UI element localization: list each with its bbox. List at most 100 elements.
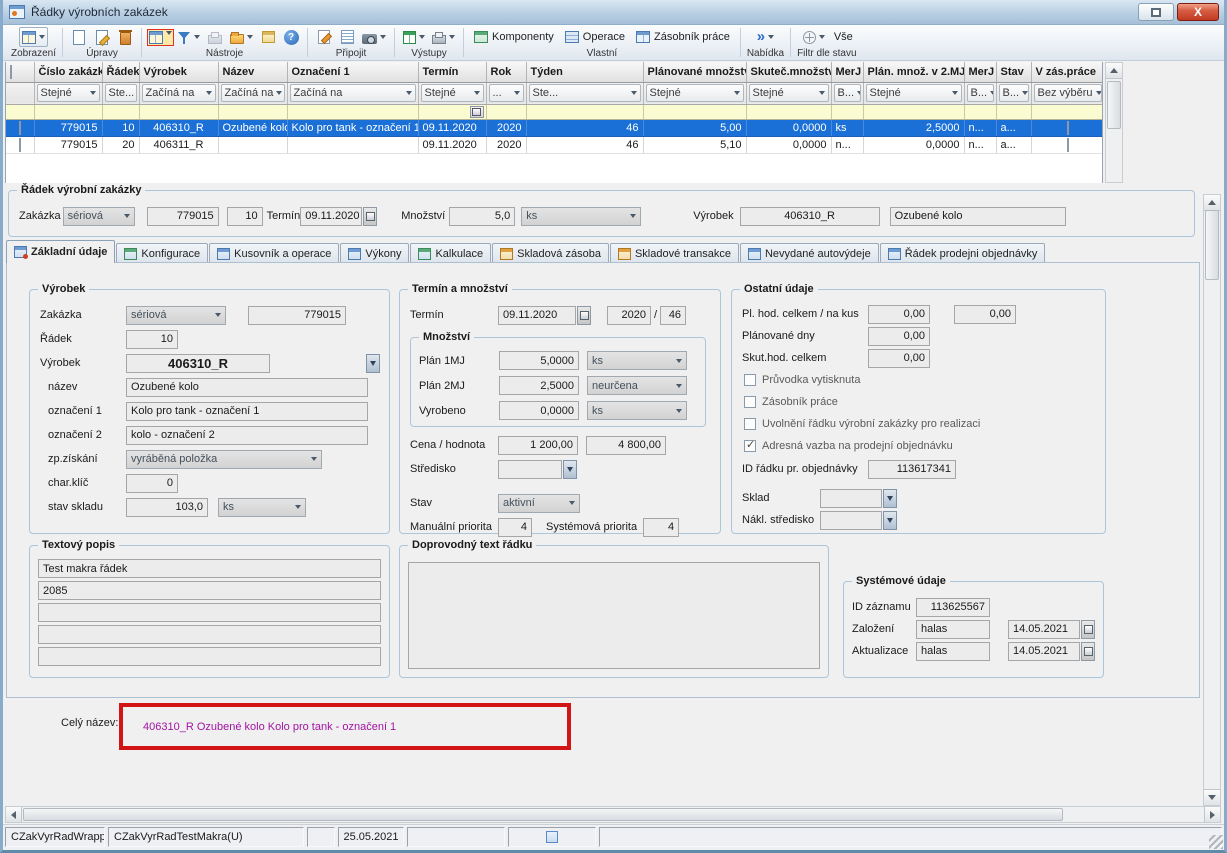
- scroll-down-button[interactable]: [1204, 789, 1220, 805]
- calendar-button[interactable]: [363, 207, 377, 226]
- column-header-merj[interactable]: MerJ: [831, 62, 863, 82]
- zakazka-cislo-field[interactable]: 779015: [248, 306, 346, 325]
- column-header-oznaceni1[interactable]: Označení 1: [287, 62, 418, 82]
- stredisko-lookup-button[interactable]: [563, 460, 577, 479]
- select-all-header[interactable]: [6, 62, 34, 82]
- row-checkbox[interactable]: [19, 138, 21, 152]
- nazev-field[interactable]: Ozubené kolo: [126, 378, 368, 397]
- plhod-celkem-field[interactable]: 0,00: [868, 305, 930, 324]
- mnozstvi-field[interactable]: 5,0: [449, 207, 515, 226]
- quickfilter-input[interactable]: [34, 104, 102, 119]
- zpziskani-combo[interactable]: vyráběná položka: [126, 450, 322, 469]
- tab-skladova-zasoba[interactable]: Skladová zásoba: [492, 243, 609, 263]
- tyden-field[interactable]: 46: [660, 306, 686, 325]
- scrollbar-thumb[interactable]: [23, 808, 1063, 821]
- stavskladu-merj-combo[interactable]: ks: [218, 498, 306, 517]
- aktualizace-user-field[interactable]: halas: [916, 642, 990, 661]
- aktualizace-datum-field[interactable]: 14.05.2021: [1008, 642, 1080, 661]
- tab-zakladni-udaje[interactable]: Základní údaje: [6, 240, 115, 263]
- stredisko-field[interactable]: [498, 460, 562, 479]
- column-header-stav[interactable]: Stav: [996, 62, 1031, 82]
- calendar-button[interactable]: [577, 306, 591, 325]
- restore-button[interactable]: [1138, 3, 1174, 21]
- filter-combo-planovane-mnozstvi[interactable]: Stejné: [646, 84, 744, 102]
- tab-kusovnik-a-operace[interactable]: Kusovník a operace: [209, 243, 339, 263]
- column-header-radek[interactable]: Řádek: [102, 62, 139, 82]
- column-header-v-zas-prace[interactable]: V zás.práce: [1031, 62, 1103, 82]
- delete-record-button[interactable]: [115, 27, 135, 47]
- zalozeni-user-field[interactable]: halas: [916, 620, 990, 639]
- sklad-lookup-button[interactable]: [883, 489, 897, 508]
- komponenty-button[interactable]: Komponenty: [470, 30, 558, 44]
- operace-button[interactable]: Operace: [561, 30, 629, 44]
- text-line-field[interactable]: [38, 625, 381, 644]
- column-header-vyrobek[interactable]: Výrobek: [139, 62, 218, 82]
- print-button[interactable]: [430, 27, 457, 47]
- column-header-skutec-mnozstvi[interactable]: Skuteč.množství: [746, 62, 831, 82]
- v-zas-prace-checkbox[interactable]: [1067, 138, 1069, 152]
- calendar-button[interactable]: [1081, 620, 1095, 639]
- hodnota-field[interactable]: 4 800,00: [586, 436, 666, 455]
- vyrobek-lookup-button[interactable]: [366, 354, 380, 373]
- select-all-checkbox[interactable]: [10, 65, 12, 79]
- attachment-button[interactable]: [360, 27, 388, 47]
- calendar-button[interactable]: [1081, 642, 1095, 661]
- print-preview-button[interactable]: [205, 27, 225, 47]
- date-filter-button[interactable]: [470, 106, 484, 118]
- text-line-field[interactable]: [38, 647, 381, 666]
- table-row[interactable]: 779015 20 406311_R 09.11.2020 2020 46 5,…: [6, 136, 1103, 153]
- zakazka-type-combo[interactable]: sériová: [126, 306, 226, 325]
- sys-priorita-field[interactable]: 4: [643, 518, 679, 537]
- filter-combo-nazev[interactable]: Začíná na: [221, 84, 285, 102]
- nakl-stredisko-lookup-button[interactable]: [883, 511, 897, 530]
- termin-field[interactable]: 09.11.2020: [498, 306, 576, 325]
- plhod-nakus-field[interactable]: 0,00: [954, 305, 1016, 324]
- plan2-field[interactable]: 2,5000: [499, 376, 579, 395]
- scrollbar-thumb[interactable]: [1107, 81, 1121, 129]
- scroll-up-button[interactable]: [1204, 195, 1220, 211]
- zakazka-radek-field[interactable]: 10: [227, 207, 263, 226]
- export-button[interactable]: [228, 27, 255, 47]
- edit-record-button[interactable]: [92, 27, 112, 47]
- table-row[interactable]: 779015 10 406310_R Ozubené kolo Kolo pro…: [6, 119, 1103, 136]
- vyrobek-field[interactable]: 406310_R: [126, 354, 270, 373]
- text-line-field[interactable]: Test makra řádek: [38, 559, 381, 578]
- rok-field[interactable]: 2020: [607, 306, 651, 325]
- tab-radek-prodejni-objednavky[interactable]: Řádek prodejni objednávky: [880, 243, 1046, 263]
- charklic-field[interactable]: 0: [126, 474, 178, 493]
- zakazka-type-combo[interactable]: sériová: [63, 207, 135, 226]
- column-header-termin[interactable]: Termín: [418, 62, 486, 82]
- filter-button[interactable]: [176, 27, 202, 47]
- vyrobek-field[interactable]: 406310_R: [740, 207, 880, 226]
- help-button[interactable]: [281, 27, 301, 47]
- status-filter-button[interactable]: [801, 27, 827, 47]
- filter-combo-merj[interactable]: B...: [834, 84, 861, 102]
- filter-combo-plan-mnoz-2mj[interactable]: Stejné: [866, 84, 962, 102]
- row-checkbox[interactable]: [19, 121, 21, 135]
- v-zas-prace-checkbox[interactable]: [1067, 121, 1069, 135]
- scroll-up-button[interactable]: [1106, 63, 1122, 79]
- stavskladu-field[interactable]: 103,0: [126, 498, 208, 517]
- column-header-cislo-zakazky[interactable]: Číslo zakázky: [34, 62, 102, 82]
- merj-combo[interactable]: ks: [521, 207, 641, 226]
- uvolneni-checkbox[interactable]: [744, 418, 756, 430]
- tab-vykony[interactable]: Výkony: [340, 243, 409, 263]
- horizontal-scrollbar[interactable]: [5, 806, 1221, 823]
- list-button[interactable]: [337, 27, 357, 47]
- doprovodny-textarea[interactable]: [408, 562, 820, 669]
- skuthod-field[interactable]: 0,00: [868, 349, 930, 368]
- filter-combo-cislo-zakazky[interactable]: Stejné: [37, 84, 100, 102]
- filter-combo-skutec-mnozstvi[interactable]: Stejné: [749, 84, 829, 102]
- filter-combo-vyrobek[interactable]: Začíná na: [142, 84, 216, 102]
- detail-view-button[interactable]: [148, 30, 173, 45]
- id-radku-field[interactable]: 113617341: [868, 460, 956, 479]
- plan1-field[interactable]: 5,0000: [499, 351, 579, 370]
- close-button[interactable]: [1177, 3, 1219, 21]
- text-line-field[interactable]: [38, 603, 381, 622]
- cena-field[interactable]: 1 200,00: [498, 436, 578, 455]
- tab-skladove-transakce[interactable]: Skladové transakce: [610, 243, 739, 263]
- oznaceni1-field[interactable]: Kolo pro tank - označení 1: [126, 402, 368, 421]
- zasobnik-prace-checkbox[interactable]: [744, 396, 756, 408]
- zakazka-cislo-field[interactable]: 779015: [147, 207, 219, 226]
- note-button[interactable]: [314, 27, 334, 47]
